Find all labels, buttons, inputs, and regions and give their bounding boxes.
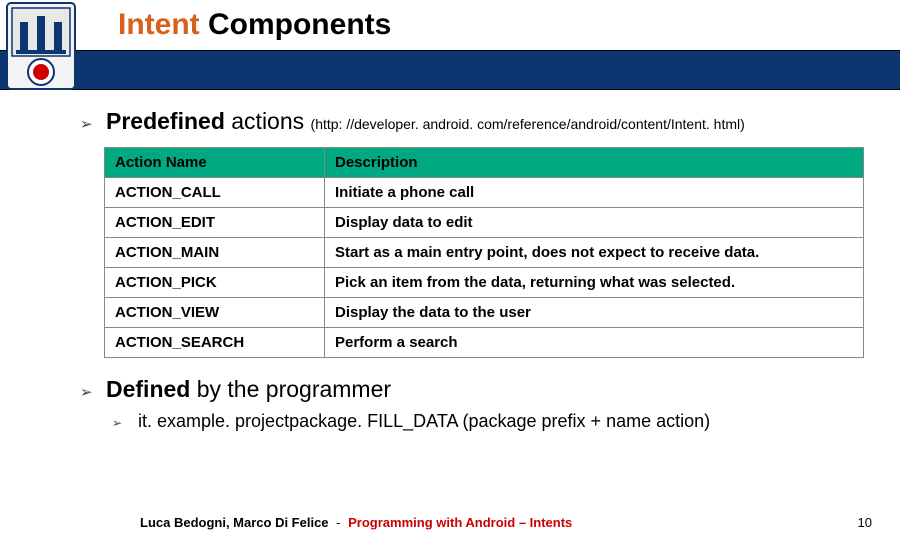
- table-row: ACTION_CALL Initiate a phone call: [105, 178, 864, 208]
- footer-lecture: Programming with Android – Intents: [348, 515, 572, 530]
- action-desc: Initiate a phone call: [325, 178, 864, 208]
- defined-sub-bullet: ➢ it. example. projectpackage. FILL_DATA…: [112, 411, 872, 432]
- action-desc: Pick an item from the data, returning wh…: [325, 268, 864, 298]
- predefined-heading: Predefined actions (http: //developer. a…: [106, 108, 745, 135]
- title-band: [0, 50, 900, 90]
- slide-content: ➢ Predefined actions (http: //developer.…: [0, 90, 900, 432]
- slide-title: Intent Components: [118, 8, 391, 42]
- action-desc: Display data to edit: [325, 208, 864, 238]
- table-header-row: Action Name Description: [105, 148, 864, 178]
- action-name: ACTION_PICK: [105, 268, 325, 298]
- table-row: ACTION_PICK Pick an item from the data, …: [105, 268, 864, 298]
- action-name: ACTION_MAIN: [105, 238, 325, 268]
- predefined-heading-rest: actions: [225, 108, 311, 134]
- footer-authors: Luca Bedogni, Marco Di Felice: [140, 515, 329, 530]
- chevron-right-icon: ➢: [80, 383, 94, 401]
- title-bar: Intent Components: [0, 0, 900, 90]
- slide-footer: Luca Bedogni, Marco Di Felice - Programm…: [0, 515, 900, 530]
- predefined-url: (http: //developer. android. com/referen…: [311, 116, 745, 132]
- title-part-2: Components: [200, 8, 392, 41]
- university-seal-icon: [6, 2, 76, 90]
- action-desc: Perform a search: [325, 328, 864, 358]
- table-row: ACTION_SEARCH Perform a search: [105, 328, 864, 358]
- chevron-right-icon: ➢: [112, 416, 126, 430]
- col-description: Description: [325, 148, 864, 178]
- footer-left: Luca Bedogni, Marco Di Felice - Programm…: [140, 515, 572, 530]
- predefined-heading-bold: Predefined: [106, 108, 225, 134]
- action-name: ACTION_VIEW: [105, 298, 325, 328]
- title-part-1: Intent: [118, 8, 200, 41]
- defined-heading: Defined by the programmer: [106, 376, 391, 403]
- table-row: ACTION_EDIT Display data to edit: [105, 208, 864, 238]
- section-predefined: ➢ Predefined actions (http: //developer.…: [80, 108, 872, 135]
- table-row: ACTION_VIEW Display the data to the user: [105, 298, 864, 328]
- page-number: 10: [858, 515, 872, 530]
- footer-separator: -: [336, 515, 340, 530]
- chevron-right-icon: ➢: [80, 115, 94, 133]
- action-name: ACTION_EDIT: [105, 208, 325, 238]
- defined-heading-rest: by the programmer: [190, 376, 391, 402]
- action-desc: Display the data to the user: [325, 298, 864, 328]
- defined-heading-bold: Defined: [106, 376, 190, 402]
- section-defined: ➢ Defined by the programmer: [80, 376, 872, 403]
- action-desc: Start as a main entry point, does not ex…: [325, 238, 864, 268]
- col-action-name: Action Name: [105, 148, 325, 178]
- actions-table: Action Name Description ACTION_CALL Init…: [104, 147, 864, 358]
- action-name: ACTION_CALL: [105, 178, 325, 208]
- table-row: ACTION_MAIN Start as a main entry point,…: [105, 238, 864, 268]
- action-name: ACTION_SEARCH: [105, 328, 325, 358]
- defined-sub-text: it. example. projectpackage. FILL_DATA (…: [138, 411, 710, 432]
